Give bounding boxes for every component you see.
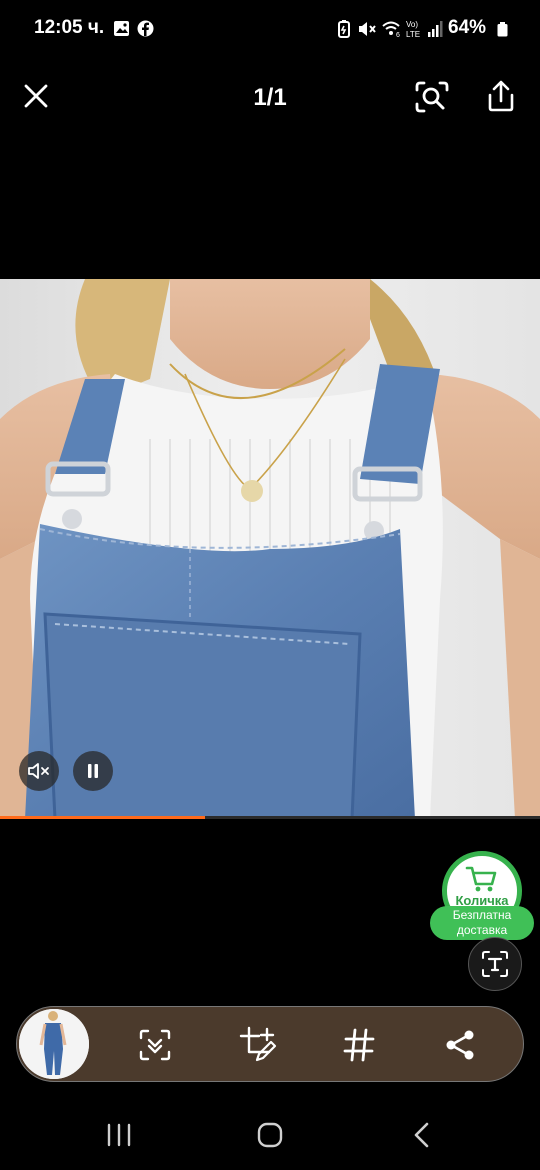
product-video[interactable] — [0, 279, 540, 819]
text-recognition-button[interactable] — [468, 937, 522, 991]
pause-icon — [88, 764, 98, 778]
mute-button[interactable] — [19, 751, 59, 791]
video-progress-fill — [0, 816, 206, 819]
hashtag-button[interactable] — [342, 1027, 376, 1063]
status-bar: 12:05 ч. 6 Vo) LTE 64% — [0, 0, 540, 58]
scan-icon — [139, 1029, 171, 1061]
video-progress-bar[interactable] — [0, 816, 540, 819]
back-icon — [414, 1122, 429, 1148]
status-time: 12:05 ч. — [34, 17, 105, 38]
text-recognition-icon — [482, 951, 508, 977]
free-shipping-line1: Безплатна — [452, 908, 512, 922]
free-shipping-badge[interactable]: Безплатна доставка — [430, 906, 534, 940]
share-icon — [488, 80, 514, 112]
gallery-notification-icon — [113, 20, 130, 42]
viewer-top-bar: 1/1 — [0, 62, 540, 132]
recents-icon — [107, 1123, 131, 1147]
system-nav-bar — [0, 1100, 540, 1170]
pause-button[interactable] — [73, 751, 113, 791]
free-shipping-line2: доставка — [456, 923, 508, 937]
svg-text:Vo): Vo) — [406, 20, 418, 29]
thumbnail[interactable] — [19, 1009, 89, 1079]
lens-search-button[interactable] — [414, 80, 450, 114]
back-button[interactable] — [410, 1121, 434, 1149]
lens-search-icon — [415, 81, 449, 113]
thumbnail-image — [19, 1009, 89, 1079]
wifi-calling-icon: 6 — [381, 20, 403, 43]
share-button[interactable] — [486, 79, 516, 113]
tools-tray — [16, 1006, 524, 1082]
mute-status-icon — [357, 20, 377, 43]
edit-button[interactable] — [239, 1026, 277, 1064]
home-button[interactable] — [256, 1121, 284, 1149]
svg-text:6: 6 — [396, 32, 400, 38]
home-icon — [257, 1122, 283, 1148]
edit-crop-icon — [239, 1026, 277, 1062]
signal-icon — [427, 20, 445, 43]
battery-saver-icon — [337, 20, 351, 43]
svg-text:LTE: LTE — [406, 30, 420, 39]
image-counter: 1/1 — [253, 84, 287, 111]
recents-button[interactable] — [105, 1122, 133, 1148]
battery-percent: 64% — [448, 17, 487, 38]
hashtag-icon — [343, 1028, 375, 1062]
share-nodes-icon — [446, 1030, 474, 1060]
product-image — [0, 279, 540, 819]
scan-button[interactable] — [137, 1027, 173, 1063]
cart-icon — [465, 866, 497, 892]
battery-icon — [497, 22, 508, 42]
facebook-notification-icon — [137, 20, 154, 42]
share-tray-button[interactable] — [443, 1028, 477, 1062]
mute-icon — [28, 763, 49, 779]
volte-icon: Vo) LTE — [406, 19, 424, 44]
